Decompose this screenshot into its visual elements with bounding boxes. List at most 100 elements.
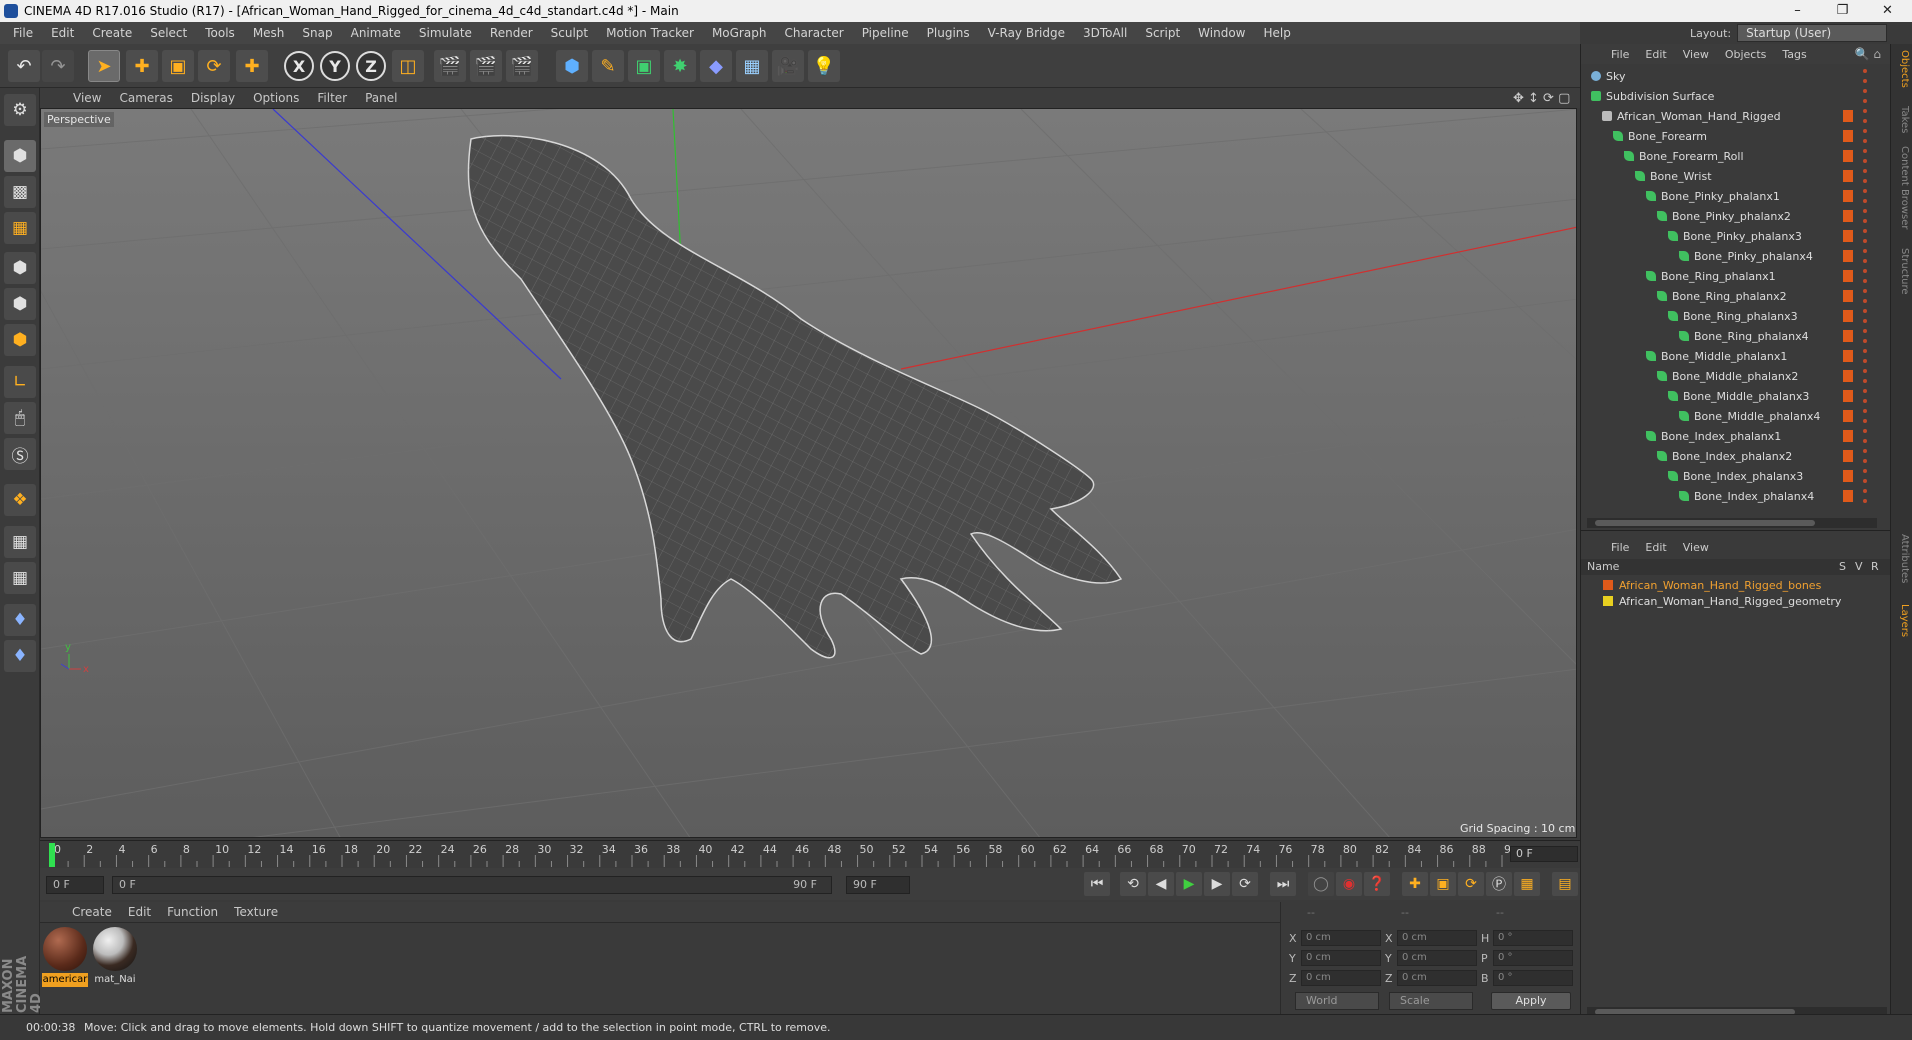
side-tab-layers[interactable]: Layers	[1894, 604, 1910, 637]
cube-object-icon[interactable]: ⬢	[556, 50, 588, 82]
layer-tag-icon[interactable]	[1843, 270, 1853, 282]
timeline-ruler[interactable]: 0 2 4 6 8 10 12 14 16 18 20 22 24 26 28 30 32 34 36 38 40 42 4…	[40, 840, 1580, 868]
live-selection-icon[interactable]: ➤	[88, 50, 120, 82]
visibility-dots-icon[interactable]	[1863, 389, 1867, 403]
layer-tag-icon[interactable]	[1843, 490, 1853, 502]
locked-workplane-icon[interactable]: ▦	[4, 562, 36, 594]
key-rotation-icon[interactable]: ⟳	[1458, 872, 1484, 896]
deformer-icon[interactable]: ◆	[700, 50, 732, 82]
minimize-button[interactable]: –	[1775, 0, 1820, 22]
objects-menu-edit[interactable]: Edit	[1637, 48, 1674, 61]
side-tab-takes[interactable]: Takes	[1894, 106, 1910, 133]
size-x-field[interactable]: 0 cm	[1397, 930, 1477, 946]
material-menu-edit[interactable]: Edit	[120, 905, 159, 919]
tweak-mode-icon[interactable]: 🖱	[4, 402, 36, 434]
menu-select[interactable]: Select	[141, 22, 196, 44]
viewport-menu-options[interactable]: Options	[244, 91, 308, 105]
layer-color-swatch[interactable]	[1603, 596, 1613, 606]
play-forward-icon[interactable]: ▶	[1176, 872, 1202, 896]
render-settings-icon[interactable]: 🎬	[506, 50, 538, 82]
position-z-field[interactable]: 0 cm	[1301, 970, 1381, 986]
layer-tag-icon[interactable]	[1843, 430, 1853, 442]
visibility-dots-icon[interactable]	[1863, 269, 1867, 283]
points-mode-icon[interactable]: ⬢	[4, 252, 36, 284]
pen-spline-icon[interactable]: ✎	[592, 50, 624, 82]
visibility-dots-icon[interactable]	[1863, 89, 1867, 103]
key-position-icon[interactable]: ✚	[1402, 872, 1428, 896]
menu-mograph[interactable]: MoGraph	[703, 22, 776, 44]
menu-script[interactable]: Script	[1136, 22, 1189, 44]
object-row[interactable]: Bone_Index_phalanx2	[1581, 446, 1881, 466]
python-generator-icon[interactable]: ♦	[4, 640, 36, 672]
workplane-icon[interactable]: ▦	[4, 526, 36, 558]
layer-tag-icon[interactable]	[1843, 410, 1853, 422]
side-tab-content-browser[interactable]: Content Browser	[1894, 146, 1910, 229]
current-frame-field[interactable]: 0 F	[1510, 846, 1578, 862]
visibility-dots-icon[interactable]	[1863, 289, 1867, 303]
previous-key-icon[interactable]: ⟲	[1120, 872, 1146, 896]
position-y-field[interactable]: 0 cm	[1301, 950, 1381, 966]
visibility-dots-icon[interactable]	[1863, 489, 1867, 503]
side-tab-objects[interactable]: Objects	[1894, 50, 1910, 88]
object-row[interactable]: African_Woman_Hand_Rigged	[1581, 106, 1881, 126]
visibility-dots-icon[interactable]	[1863, 129, 1867, 143]
undo-icon[interactable]: ↶	[8, 50, 40, 82]
layer-tag-icon[interactable]	[1843, 350, 1853, 362]
viewport-menu-view[interactable]: View	[64, 91, 110, 105]
restore-button[interactable]: ❐	[1820, 0, 1865, 22]
visibility-dots-icon[interactable]	[1863, 469, 1867, 483]
object-row[interactable]: Bone_Middle_phalanx2	[1581, 366, 1881, 386]
menu-edit[interactable]: Edit	[42, 22, 83, 44]
layer-tag-icon[interactable]	[1843, 150, 1853, 162]
layer-tag-icon[interactable]	[1843, 370, 1853, 382]
solo-mode-icon[interactable]: Ⓢ	[4, 438, 36, 470]
autokeying-icon[interactable]: ◉	[1336, 872, 1362, 896]
objects-menu-objects[interactable]: Objects	[1717, 48, 1775, 61]
layer-tag-icon[interactable]	[1843, 250, 1853, 262]
visibility-dots-icon[interactable]	[1863, 249, 1867, 263]
visibility-dots-icon[interactable]	[1863, 369, 1867, 383]
polygons-mode-icon[interactable]: ⬢	[4, 324, 36, 356]
y-axis-lock-icon[interactable]: Y	[320, 51, 350, 81]
visibility-dots-icon[interactable]	[1863, 209, 1867, 223]
menu-plugins[interactable]: Plugins	[918, 22, 979, 44]
visibility-dots-icon[interactable]	[1863, 429, 1867, 443]
material-swatch[interactable]: americar	[42, 927, 88, 987]
layer-tag-icon[interactable]	[1843, 390, 1853, 402]
layer-tag-icon[interactable]	[1843, 130, 1853, 142]
floor-object-icon[interactable]: ▦	[736, 50, 768, 82]
object-row[interactable]: Bone_Index_phalanx3	[1581, 466, 1881, 486]
layer-row[interactable]: African_Woman_Hand_Rigged_geometry	[1581, 593, 1891, 609]
layer-row[interactable]: African_Woman_Hand_Rigged_bones	[1581, 577, 1891, 593]
menu-character[interactable]: Character	[775, 22, 852, 44]
menu-create[interactable]: Create	[83, 22, 141, 44]
move-tool-icon[interactable]: ✚	[126, 50, 158, 82]
layer-tag-icon[interactable]	[1843, 210, 1853, 222]
apply-button[interactable]: Apply	[1491, 992, 1571, 1010]
viewport-menu-display[interactable]: Display	[182, 91, 244, 105]
key-parameter-icon[interactable]: Ⓟ	[1486, 872, 1512, 896]
z-axis-lock-icon[interactable]: Z	[356, 51, 386, 81]
menu-help[interactable]: Help	[1254, 22, 1299, 44]
object-row[interactable]: Bone_Middle_phalanx1	[1581, 346, 1881, 366]
visibility-dots-icon[interactable]	[1863, 349, 1867, 363]
material-menu-texture[interactable]: Texture	[226, 905, 286, 919]
object-row[interactable]: Bone_Forearm_Roll	[1581, 146, 1881, 166]
layer-tag-icon[interactable]	[1843, 330, 1853, 342]
redo-icon[interactable]: ↷	[42, 50, 74, 82]
render-view-icon[interactable]: 🎬	[434, 50, 466, 82]
menu-sculpt[interactable]: Sculpt	[542, 22, 597, 44]
object-row[interactable]: Bone_Pinky_phalanx4	[1581, 246, 1881, 266]
visibility-dots-icon[interactable]	[1863, 449, 1867, 463]
3d-viewport[interactable]: y x	[40, 108, 1577, 838]
menu-render[interactable]: Render	[481, 22, 542, 44]
rotate-tool-icon[interactable]: ⟳	[198, 50, 230, 82]
workplane-mode-icon[interactable]: ▦	[4, 212, 36, 244]
edges-mode-icon[interactable]: ⬢	[4, 288, 36, 320]
make-editable-icon[interactable]: ⚙	[4, 94, 36, 126]
visibility-dots-icon[interactable]	[1863, 169, 1867, 183]
layer-tag-icon[interactable]	[1843, 310, 1853, 322]
object-row[interactable]: Bone_Ring_phalanx2	[1581, 286, 1881, 306]
object-row[interactable]: Bone_Pinky_phalanx1	[1581, 186, 1881, 206]
object-row[interactable]: Bone_Ring_phalanx3	[1581, 306, 1881, 326]
